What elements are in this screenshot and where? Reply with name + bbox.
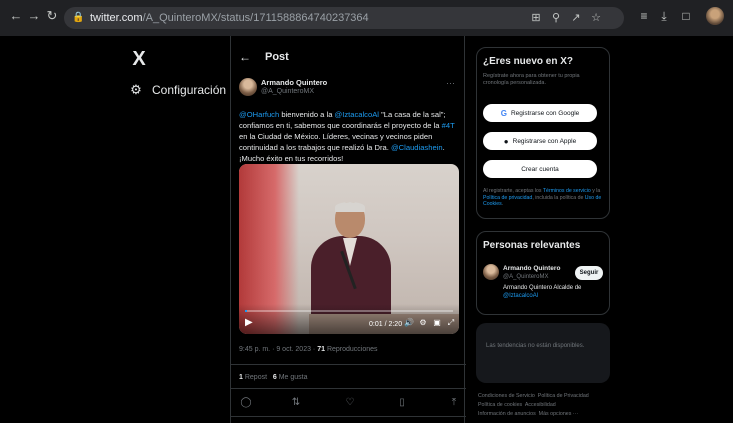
create-account-label: Crear cuenta — [521, 165, 559, 173]
relevant-title: Personas relevantes — [483, 240, 581, 251]
footer-link[interactable]: Condiciones de Servicio — [478, 393, 535, 399]
signup-apple-button[interactable]: ● Registrarse con Apple — [483, 132, 597, 150]
url-host: twitter.com — [90, 12, 143, 24]
footer-link[interactable]: Accesibilidad — [525, 402, 556, 408]
privacy-link[interactable]: Política de privacidad — [483, 195, 532, 201]
window-icon[interactable]: □ — [678, 8, 694, 24]
legal-text: , incluida la política de — [532, 194, 585, 201]
url-text[interactable]: twitter.com/A_QuinteroMX/status/17115888… — [90, 11, 369, 25]
author-name[interactable]: Armando Quintero — [261, 78, 327, 87]
google-icon: G — [500, 108, 507, 118]
relevant-people-card: Personas relevantes Armando Quintero @A_… — [476, 231, 610, 315]
trends-card: Las tendencias no están disponibles. — [476, 323, 610, 383]
forward-arrow-icon[interactable]: → — [26, 8, 42, 24]
footer-link[interactable]: Información de anuncios — [478, 411, 536, 417]
gear-icon: ⚙ — [130, 82, 142, 97]
signup-apple-label: Registrarse con Apple — [512, 137, 577, 145]
page-title: Post — [265, 51, 289, 63]
reload-icon[interactable]: ↻ — [44, 8, 60, 24]
back-arrow-icon[interactable]: ← — [8, 8, 24, 24]
hashtag-link[interactable]: #4T — [442, 121, 455, 130]
legal-text: Al registrarte, aceptas los — [483, 188, 543, 194]
install-app-icon[interactable]: ⊞ — [528, 10, 544, 26]
relevant-bio: Armando Quintero Alcalde de @IztacalcoAl — [503, 284, 603, 300]
address-bar[interactable]: 🔒 twitter.com/A_QuinteroMX/status/171158… — [64, 7, 624, 29]
like-icon[interactable]: ♡ — [343, 396, 357, 410]
video-speaker — [311, 202, 391, 316]
post-meta: 9:45 p. m. · 9 oct. 2023 · 71 Reproducci… — [239, 346, 378, 353]
x-logo[interactable]: X — [128, 48, 150, 70]
relevant-handle[interactable]: @A_QuinteroMX — [503, 274, 548, 280]
post-actions: ◯ ⇅ ♡ ▯ ⤒ — [239, 396, 461, 412]
views-label: Reproducciones — [325, 346, 378, 353]
reposts-label[interactable]: Repost — [243, 374, 267, 381]
signup-subtitle: Regístrate ahora para obtener tu propia … — [483, 73, 580, 86]
video-progress-bar[interactable] — [245, 310, 453, 312]
browser-toolbar: ← → ↻ 🔒 twitter.com/A_QuinteroMX/status/… — [0, 0, 733, 36]
signup-card: ¿Eres nuevo en X? Regístrate ahora para … — [476, 47, 610, 219]
post-column: ← Post Armando Quintero @A_QuinteroMX ··… — [230, 36, 466, 423]
download-icon[interactable]: ⤓ — [656, 8, 672, 24]
avatar[interactable] — [239, 78, 257, 96]
footer-link[interactable]: Política de cookies — [478, 402, 522, 408]
tweet-text-segment: bienvenido a la — [279, 110, 335, 119]
post-author: Armando Quintero @A_QuinteroMX ··· — [239, 78, 459, 102]
avatar[interactable] — [483, 264, 499, 280]
mention-link[interactable]: @OHarfuch — [239, 110, 279, 119]
views-count: 71 — [317, 346, 326, 353]
star-icon[interactable]: ☆ — [588, 10, 604, 26]
terms-link[interactable]: Términos de servicio — [543, 188, 591, 194]
create-account-button[interactable]: Crear cuenta — [483, 160, 597, 178]
lock-icon[interactable]: 🔒 — [72, 11, 84, 25]
post-datetime[interactable]: 9:45 p. m. · 9 oct. 2023 · — [239, 346, 317, 353]
bookmark-icon[interactable]: ▯ — [395, 396, 409, 410]
reply-icon[interactable]: ◯ — [239, 396, 253, 410]
arrow-left-icon[interactable]: ← — [239, 50, 251, 64]
signup-legal: Al registrarte, aceptas los Términos de … — [483, 188, 607, 208]
relevant-name[interactable]: Armando Quintero — [503, 265, 560, 272]
share-icon[interactable]: ↗ — [568, 10, 584, 26]
footer-link[interactable]: Más opciones ··· — [539, 411, 578, 417]
volume-icon[interactable]: 🔊 — [403, 317, 415, 329]
legal-text: . — [501, 201, 504, 207]
post-header: ← Post — [239, 50, 289, 64]
zoom-icon[interactable]: ⚲ — [548, 10, 564, 26]
likes-label[interactable]: Me gusta — [277, 374, 308, 381]
video-time: 0:01 / 2:20 — [369, 321, 403, 328]
trends-unavailable-text: Las tendencias no están disponibles. — [486, 343, 585, 349]
author-handle[interactable]: @A_QuinteroMX — [261, 88, 314, 95]
reading-list-icon[interactable]: ≡ — [636, 8, 652, 24]
follow-button[interactable]: Seguir — [575, 266, 603, 280]
footer-link[interactable]: Política de Privacidad — [538, 393, 589, 399]
video-player[interactable]: ▶ 0:01 / 2:20 🔊 ⚙ ▣ ⤢ — [239, 164, 459, 334]
apple-icon: ● — [503, 136, 509, 146]
play-icon[interactable]: ▶ — [245, 317, 255, 329]
speaker-hair — [335, 202, 365, 212]
pip-icon[interactable]: ▣ — [431, 317, 443, 329]
signup-google-button[interactable]: G Registrarse con Google — [483, 104, 597, 122]
url-path: /A_QuinteroMX/status/1711588864740237364 — [142, 12, 369, 24]
share-icon[interactable]: ⤒ — [447, 396, 461, 410]
divider — [231, 388, 466, 389]
signup-title: ¿Eres nuevo en X? — [483, 56, 574, 67]
post-stats: 1 Repost 6 Me gusta — [239, 374, 308, 381]
bio-mention-link[interactable]: @IztacalcoAl — [503, 293, 538, 299]
profile-avatar-icon[interactable] — [706, 7, 724, 25]
mention-link[interactable]: @Claudiashein — [391, 143, 443, 152]
divider — [231, 364, 466, 365]
settings-icon[interactable]: ⚙ — [417, 317, 429, 329]
divider — [231, 416, 466, 417]
repost-icon[interactable]: ⇅ — [289, 396, 303, 410]
video-progress-fill — [245, 310, 248, 312]
signup-google-label: Registrarse con Google — [510, 109, 580, 117]
fullscreen-icon[interactable]: ⤢ — [445, 317, 457, 329]
nav-item-label: Configuración — [152, 83, 227, 97]
nav-item-configuracion[interactable]: ⚙ Configuración — [128, 80, 226, 100]
more-options-icon[interactable]: ··· — [446, 78, 455, 88]
bio-text: Armando Quintero Alcalde de — [503, 285, 582, 291]
tweet-text: @OHarfuch bienvenido a la @IztacalcoAl "… — [239, 109, 461, 164]
footer-links: Condiciones de Servicio Política de Priv… — [478, 392, 612, 419]
mention-link[interactable]: @IztacalcoAl — [335, 110, 379, 119]
legal-text: y la — [590, 188, 601, 194]
